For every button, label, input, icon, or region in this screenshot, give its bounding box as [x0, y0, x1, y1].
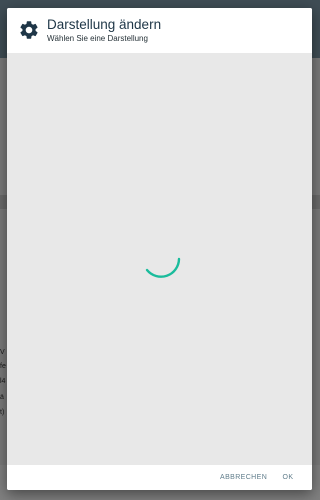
- background-text-fragment: t): [0, 409, 5, 416]
- loading-spinner-icon: [145, 257, 181, 278]
- dialog-title: Darstellung ändern: [47, 17, 162, 32]
- background-text-fragment: V: [0, 349, 5, 356]
- background-text-fragment: ä: [0, 394, 4, 401]
- ok-button[interactable]: OK: [277, 465, 299, 490]
- background-text-fragment: fe: [0, 363, 6, 370]
- cancel-button[interactable]: ABBRECHEN: [220, 465, 267, 490]
- change-view-dialog: Darstellung ändern Wählen Sie eine Darst…: [7, 8, 312, 490]
- gear-icon: [20, 21, 38, 39]
- dialog-footer: ABBRECHEN OK: [7, 465, 312, 490]
- dialog-header: Darstellung ändern Wählen Sie eine Darst…: [7, 8, 312, 53]
- dialog-content: [7, 53, 312, 465]
- background-text-fragment: l4: [0, 378, 6, 385]
- dialog-subtitle: Wählen Sie eine Darstellung: [47, 34, 148, 43]
